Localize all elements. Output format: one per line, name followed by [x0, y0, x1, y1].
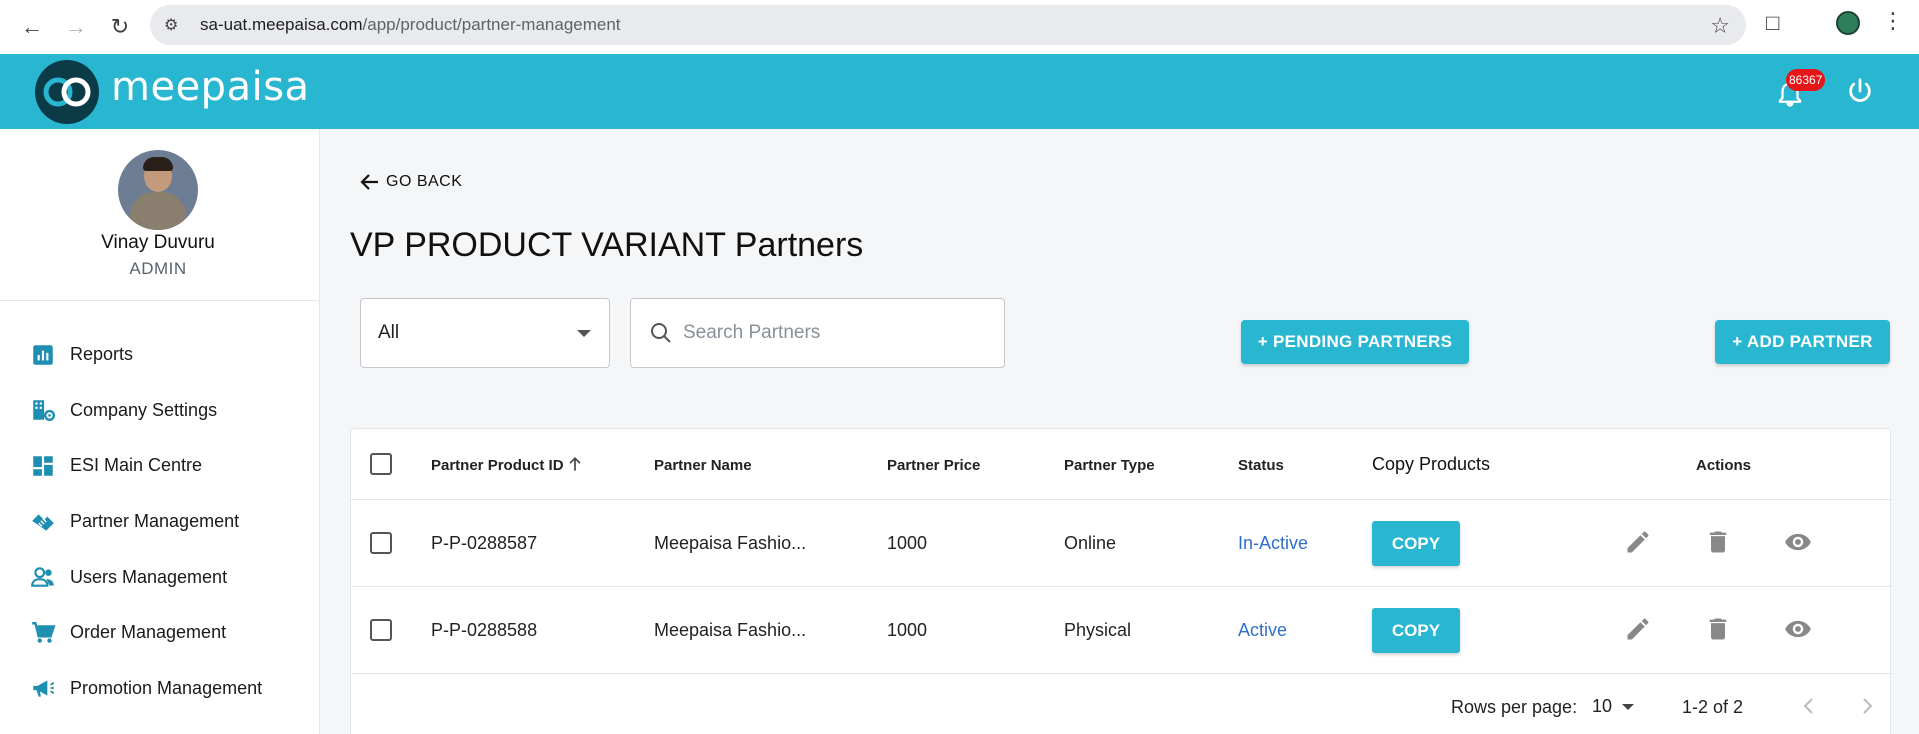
reload-icon[interactable]: ↻	[100, 7, 140, 47]
user-name: Vinay Duvuru	[101, 232, 215, 253]
delete-trash-icon[interactable]	[1704, 615, 1732, 643]
sidebar-item-order-management[interactable]: Order Management	[0, 605, 319, 661]
pending-partners-button[interactable]: + PENDING PARTNERS	[1241, 320, 1469, 364]
company-settings-icon	[33, 400, 56, 422]
previous-page-icon[interactable]	[1797, 694, 1821, 718]
row-partner-product-id: P-P-0288587	[431, 533, 538, 553]
sidebar-item-label: Reports	[70, 344, 134, 365]
search-icon	[651, 323, 671, 343]
row-partner-product-id: P-P-0288588	[431, 620, 538, 640]
sidebar-item-label: Order Management	[70, 622, 227, 643]
column-header-actions: Actions	[1696, 457, 1752, 474]
brand-name[interactable]: meepaisa	[111, 64, 310, 110]
add-partner-button[interactable]: + ADD PARTNER	[1715, 320, 1890, 364]
pagination-range: 1-2 of 2	[1682, 697, 1744, 717]
handshake-icon	[32, 513, 54, 531]
go-back-button[interactable]: GO BACK	[358, 170, 462, 194]
sidebar-menu: Reports Company Settings ESI Main Centre…	[0, 327, 319, 716]
row-checkbox[interactable]	[370, 619, 392, 641]
row-partner-name: Meepaisa Fashio...	[654, 533, 807, 553]
sidebar-item-label: Users Management	[70, 566, 228, 587]
cart-icon	[32, 621, 56, 643]
rows-per-page-select[interactable]: 10	[1592, 696, 1612, 717]
bookmark-star-icon[interactable]: ☆	[1710, 13, 1730, 39]
edit-pencil-icon[interactable]	[1624, 528, 1652, 556]
row-partner-price: 1000	[887, 620, 928, 640]
sidebar-item-partner-management[interactable]: Partner Management	[0, 494, 319, 550]
column-header-copy-products: Copy Products	[1372, 454, 1491, 474]
column-header-id-label: Partner Product ID	[431, 457, 564, 474]
row-status-link[interactable]: Active	[1238, 620, 1287, 641]
search-input[interactable]	[683, 322, 983, 344]
sidebar-item-label: Company Settings	[70, 399, 218, 420]
column-header-type[interactable]: Partner Type	[1064, 457, 1155, 474]
megaphone-icon	[33, 680, 55, 698]
sidebar-item-company-settings[interactable]: Company Settings	[0, 383, 319, 439]
user-avatar[interactable]	[118, 150, 198, 230]
next-page-icon[interactable]	[1855, 694, 1879, 718]
row-partner-name: Meepaisa Fashio...	[654, 620, 807, 640]
edit-pencil-icon[interactable]	[1624, 615, 1652, 643]
sidebar-item-esi-main-centre[interactable]: ESI Main Centre	[0, 438, 319, 494]
avatar-hair-shape	[143, 157, 173, 171]
row-divider	[351, 673, 1892, 674]
app-header: meepaisa 86367	[0, 54, 1919, 129]
browser-menu-icon[interactable]: ⋮	[1882, 8, 1904, 34]
search-field[interactable]	[630, 298, 1005, 368]
status-filter-select[interactable]: All	[360, 298, 610, 368]
browser-profile-icon[interactable]	[1836, 11, 1860, 35]
site-info-icon[interactable]: ⚙	[164, 15, 200, 35]
sidebar-item-label: ESI Main Centre	[70, 455, 203, 476]
rows-per-page-label: Rows per page:	[1451, 697, 1578, 717]
avatar-body-shape	[130, 192, 186, 230]
url-path: /app/product/partner-management	[362, 15, 621, 34]
sidebar-item-label: Promotion Management	[70, 677, 263, 698]
go-back-label: GO BACK	[386, 173, 463, 190]
url-host: sa-uat.meepaisa.com	[200, 15, 363, 34]
address-bar[interactable]: ⚙ sa-uat.meepaisa.com/app/product/partne…	[150, 5, 1746, 45]
bar-chart-icon	[33, 345, 53, 365]
column-header-price[interactable]: Partner Price	[887, 457, 980, 474]
sidebar: Vinay Duvuru ADMIN Reports Company Setti…	[0, 129, 320, 734]
select-all-checkbox[interactable]	[370, 453, 392, 475]
notification-count-badge: 86367	[1786, 69, 1826, 91]
brand-logo-icon[interactable]	[35, 60, 99, 124]
column-header-id[interactable]: Partner Product ID	[431, 456, 581, 474]
sort-ascending-icon[interactable]	[565, 454, 585, 474]
filter-selected-value: All	[378, 322, 400, 343]
back-arrow-icon[interactable]: ←	[12, 7, 52, 47]
power-logout-icon[interactable]	[1845, 76, 1875, 106]
browser-toolbar: ← → ↻ ⚙ sa-uat.meepaisa.com/app/product/…	[0, 0, 1919, 54]
sidebar-item-label: Partner Management	[70, 511, 240, 532]
users-icon	[31, 567, 54, 587]
row-status-link[interactable]: In-Active	[1238, 533, 1308, 554]
arrow-left-icon	[360, 174, 378, 190]
header-divider	[351, 499, 1892, 500]
url-text[interactable]: sa-uat.meepaisa.com/app/product/partner-…	[200, 15, 621, 35]
row-partner-type: Online	[1064, 533, 1117, 553]
user-role: ADMIN	[129, 259, 187, 278]
sidebar-item-reports[interactable]: Reports	[0, 327, 319, 383]
row-partner-price: 1000	[887, 533, 928, 553]
column-header-status[interactable]: Status	[1238, 457, 1284, 474]
view-eye-icon[interactable]	[1784, 615, 1812, 643]
dropdown-caret-icon	[577, 330, 591, 337]
extensions-icon[interactable]: □	[1766, 10, 1779, 36]
row-divider	[351, 586, 1892, 587]
view-eye-icon[interactable]	[1784, 528, 1812, 556]
copy-button[interactable]: COPY	[1372, 521, 1460, 566]
sidebar-divider	[0, 300, 319, 301]
column-header-name[interactable]: Partner Name	[654, 457, 752, 474]
sidebar-item-users-management[interactable]: Users Management	[0, 549, 319, 605]
row-checkbox[interactable]	[370, 532, 392, 554]
sidebar-item-promotion-management[interactable]: Promotion Management	[0, 661, 319, 717]
forward-arrow-icon[interactable]: →	[56, 7, 96, 47]
rows-per-page-caret-icon[interactable]	[1622, 704, 1634, 710]
copy-button[interactable]: COPY	[1372, 608, 1460, 653]
row-partner-type: Physical	[1064, 620, 1132, 640]
partners-table: Partner Product ID Partner Name Partner …	[350, 428, 1892, 734]
dashboard-icon	[33, 456, 53, 476]
page-title: VP PRODUCT VARIANT Partners	[350, 226, 864, 264]
delete-trash-icon[interactable]	[1704, 528, 1732, 556]
